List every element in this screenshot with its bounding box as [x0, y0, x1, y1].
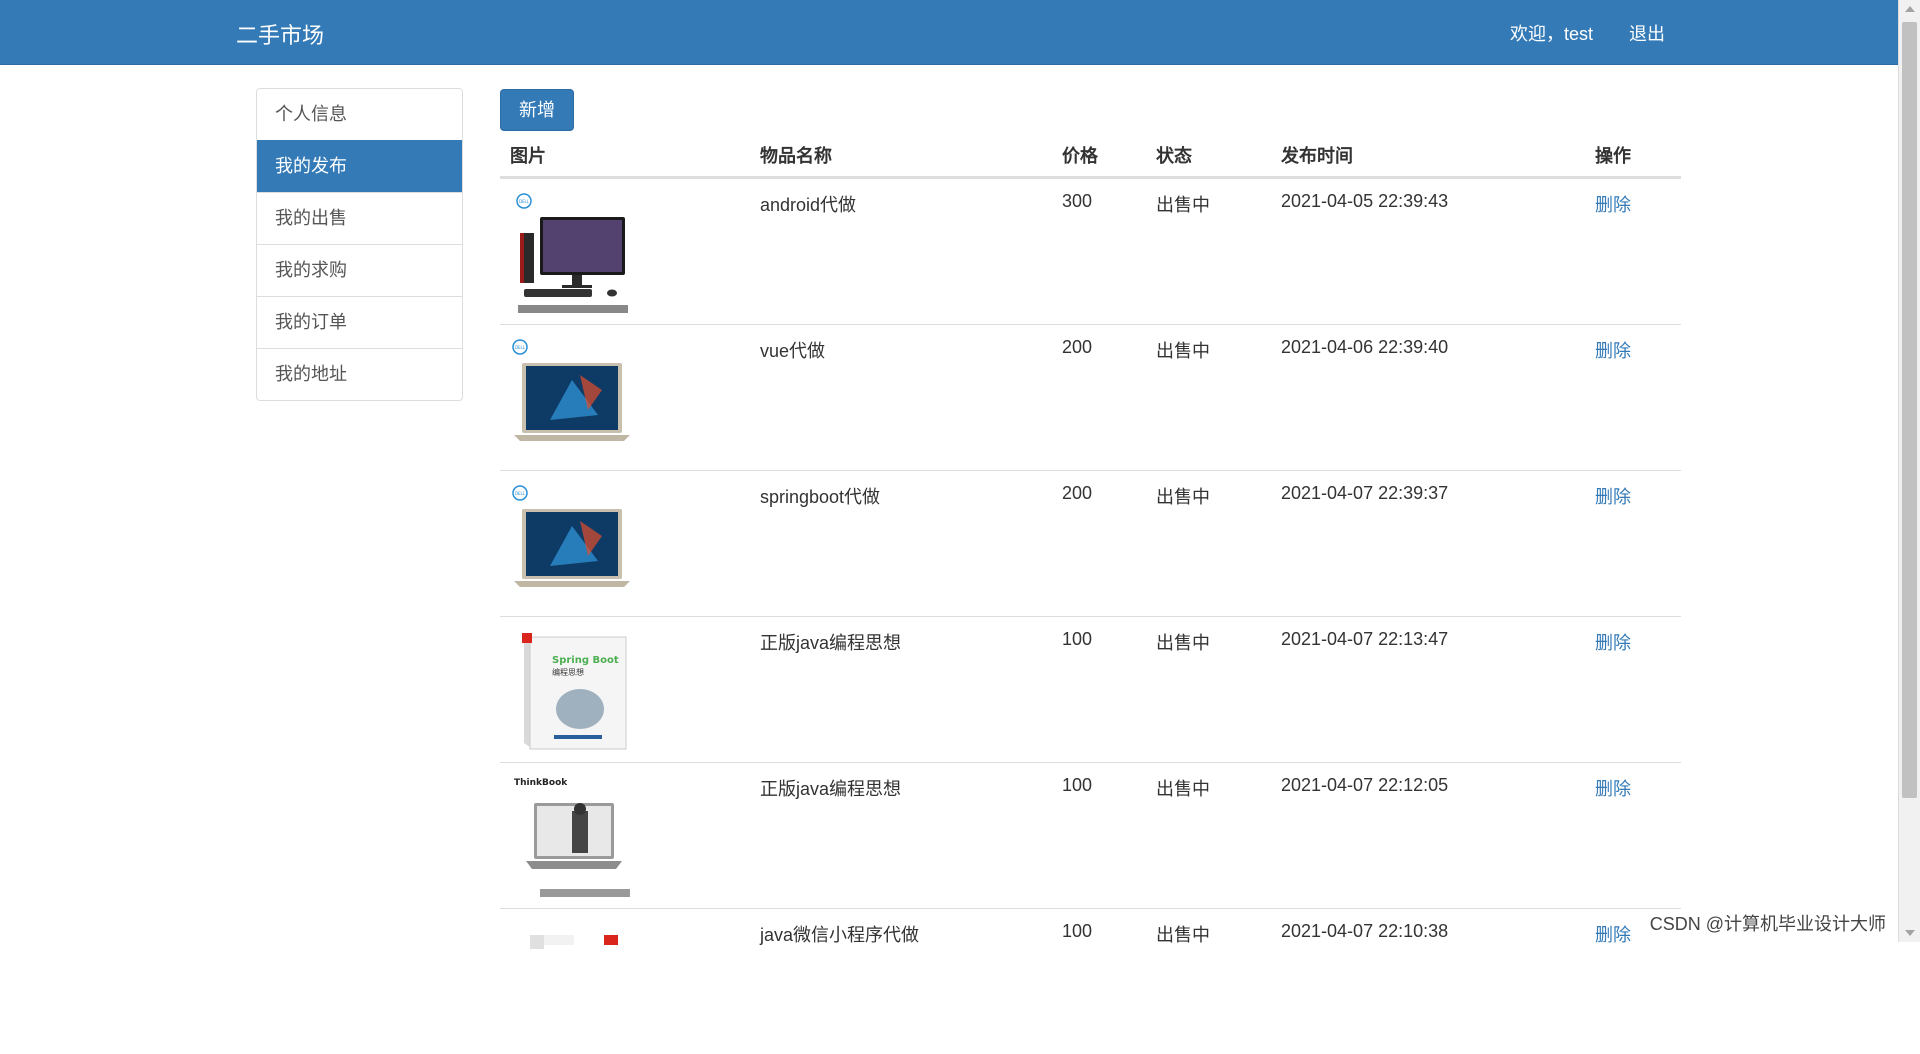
product-image[interactable]: Spring Boot 编程思想 [510, 627, 635, 752]
product-status: 出售中 [1156, 191, 1210, 217]
delete-link[interactable]: 删除 [1595, 775, 1631, 801]
svg-text:Spring Boot: Spring Boot [552, 655, 619, 666]
sidebar-item-my-address[interactable]: 我的地址 [257, 348, 462, 400]
brand-title[interactable]: 二手市场 [236, 18, 324, 50]
svg-text:ThinkBook: ThinkBook [514, 778, 568, 788]
table-row: DELL vue代做 200 出售中 2021-04-06 22:39:40 删… [500, 324, 1681, 470]
vertical-scrollbar[interactable] [1898, 0, 1920, 942]
publish-time: 2021-04-07 22:12:05 [1281, 775, 1448, 796]
add-button[interactable]: 新增 [500, 89, 574, 131]
posts-table: 图片 物品名称 价格 状态 发布时间 操作 DELL android代 [500, 134, 1681, 1054]
product-name: android代做 [760, 191, 856, 217]
delete-link[interactable]: 删除 [1595, 629, 1631, 655]
header-image: 图片 [510, 142, 546, 168]
product-name: 正版java编程思想 [760, 775, 901, 801]
product-price: 200 [1062, 337, 1092, 358]
header-status: 状态 [1156, 142, 1192, 168]
product-status: 出售中 [1156, 629, 1210, 655]
top-navbar: 二手市场 欢迎，test 退出 [0, 0, 1898, 65]
product-image[interactable]: DELL [510, 481, 635, 606]
svg-text:DELL: DELL [519, 199, 530, 204]
laptop-icon: DELL [510, 481, 635, 606]
product-image[interactable]: DELL [510, 335, 635, 460]
sidebar-menu: 个人信息 我的发布 我的出售 我的求购 我的订单 我的地址 [256, 88, 463, 401]
product-price: 100 [1062, 921, 1092, 942]
product-price: 100 [1062, 775, 1092, 796]
header-name: 物品名称 [760, 142, 832, 168]
product-price: 300 [1062, 191, 1092, 212]
delete-link[interactable]: 删除 [1595, 191, 1631, 217]
table-row: ThinkBook 正版java编程思想 100 出售中 2021-04-07 … [500, 762, 1681, 908]
svg-text:DELL: DELL [515, 491, 526, 496]
watermark: CSDN @计算机毕业设计大师 [1650, 910, 1886, 936]
table-row: Spring Boot 编程思想 正版java编程思想 100 出售中 2021… [500, 616, 1681, 762]
product-image[interactable] [510, 919, 635, 1044]
scroll-down-icon[interactable] [1905, 930, 1915, 936]
header-time: 发布时间 [1281, 142, 1353, 168]
table-row: java微信小程序代做 100 出售中 2021-04-07 22:10:38 … [500, 908, 1681, 1054]
product-status: 出售中 [1156, 921, 1210, 947]
sidebar-item-my-wanted[interactable]: 我的求购 [257, 244, 462, 296]
svg-text:DELL: DELL [515, 345, 526, 350]
header-price: 价格 [1062, 142, 1098, 168]
header-action: 操作 [1595, 142, 1631, 168]
publish-time: 2021-04-07 22:39:37 [1281, 483, 1448, 504]
book-icon: Spring Boot 编程思想 [510, 627, 635, 752]
product-price: 200 [1062, 483, 1092, 504]
delete-link[interactable]: 删除 [1595, 483, 1631, 509]
product-image[interactable]: ThinkBook [510, 773, 635, 898]
publish-time: 2021-04-07 22:13:47 [1281, 629, 1448, 650]
scroll-up-icon[interactable] [1905, 6, 1915, 12]
product-name: 正版java编程思想 [760, 629, 901, 655]
sidebar-item-my-sales[interactable]: 我的出售 [257, 192, 462, 244]
laptop-icon: DELL [510, 335, 635, 460]
table-header: 图片 物品名称 价格 状态 发布时间 操作 [500, 134, 1681, 178]
product-name: springboot代做 [760, 483, 880, 509]
publish-time: 2021-04-06 22:39:40 [1281, 337, 1448, 358]
delete-link[interactable]: 删除 [1595, 921, 1631, 947]
scroll-thumb[interactable] [1902, 22, 1917, 798]
book-cover-icon [510, 919, 635, 1044]
product-status: 出售中 [1156, 483, 1210, 509]
product-name: vue代做 [760, 337, 825, 363]
table-row: DELL android代做 300 出售中 2021-04-05 22:39:… [500, 178, 1681, 324]
table-row: DELL springboot代做 200 出售中 2021-04-07 22:… [500, 470, 1681, 616]
sidebar-item-my-posts[interactable]: 我的发布 [257, 140, 462, 192]
delete-link[interactable]: 删除 [1595, 337, 1631, 363]
product-status: 出售中 [1156, 775, 1210, 801]
publish-time: 2021-04-07 22:10:38 [1281, 921, 1448, 942]
publish-time: 2021-04-05 22:39:43 [1281, 191, 1448, 212]
product-image[interactable]: DELL [510, 189, 635, 314]
welcome-user-link[interactable]: 欢迎，test [1510, 20, 1593, 46]
thinkbook-laptop-icon: ThinkBook [510, 773, 635, 898]
logout-link[interactable]: 退出 [1629, 20, 1665, 46]
product-price: 100 [1062, 629, 1092, 650]
desktop-pc-icon: DELL [510, 189, 635, 314]
svg-text:编程思想: 编程思想 [552, 667, 584, 677]
sidebar-item-my-orders[interactable]: 我的订单 [257, 296, 462, 348]
user-menu: 欢迎，test 退出 [1510, 20, 1665, 46]
product-status: 出售中 [1156, 337, 1210, 363]
sidebar-item-profile[interactable]: 个人信息 [257, 89, 462, 140]
product-name: java微信小程序代做 [760, 921, 919, 947]
